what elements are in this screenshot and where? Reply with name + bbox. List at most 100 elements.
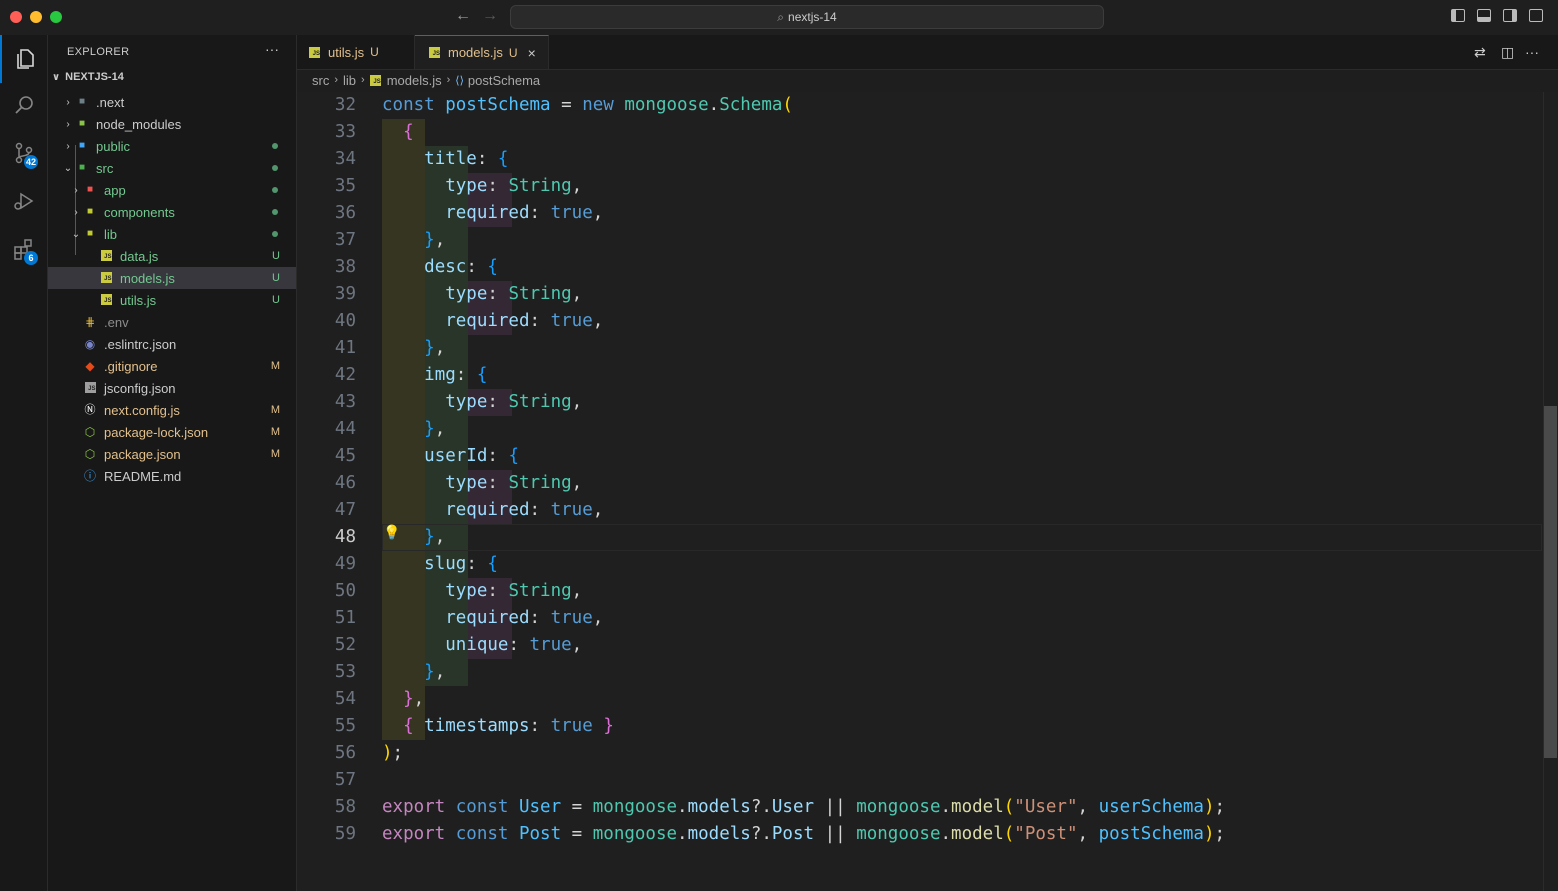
- tree-item-node-modules[interactable]: › ■ node_modules: [48, 113, 296, 135]
- line-source: },: [424, 338, 446, 358]
- code-line[interactable]: 46 type: String,: [297, 470, 1543, 497]
- explorer-activity[interactable]: [0, 35, 47, 83]
- customize-layout-icon[interactable]: [1529, 9, 1543, 22]
- tab-utils-js[interactable]: JS utils.js U: [297, 35, 415, 69]
- code-line[interactable]: 59 export const Post = mongoose.models?.P…: [297, 821, 1543, 848]
- line-source: },: [424, 230, 446, 250]
- minimize-window-button[interactable]: [30, 11, 42, 23]
- code-line[interactable]: 38 desc: {: [297, 254, 1543, 281]
- tree-item-models-js[interactable]: JS models.js U: [48, 267, 296, 289]
- code-line[interactable]: 32 const postSchema = new mongoose.Schema…: [297, 92, 1543, 119]
- workspace-root[interactable]: ∨ NEXTJS-14: [52, 71, 124, 83]
- tree-item-utils-js[interactable]: JS utils.js U: [48, 289, 296, 311]
- tree-item-components[interactable]: › ■ components: [48, 201, 296, 223]
- tree-item-next-config[interactable]: Ⓝ next.config.js M: [48, 399, 296, 421]
- editor-scrollbar-thumb[interactable]: [1544, 406, 1557, 758]
- line-source: { timestamps: true }: [403, 716, 614, 736]
- tree-item-env[interactable]: ⋕ .env: [48, 311, 296, 333]
- code-line[interactable]: 49 slug: {: [297, 551, 1543, 578]
- open-changes-icon[interactable]: ⇄: [1474, 44, 1486, 61]
- tree-item-next[interactable]: › ■ .next: [48, 91, 296, 113]
- line-number: 59: [334, 824, 356, 844]
- code-line[interactable]: 39 type: String,: [297, 281, 1543, 308]
- code-line[interactable]: 56);: [297, 740, 1543, 767]
- tree-item-package-json[interactable]: ⬡ package.json M: [48, 443, 296, 465]
- search-activity[interactable]: [0, 81, 47, 129]
- breadcrumb-lib[interactable]: lib: [343, 73, 356, 88]
- modified-status: M: [270, 448, 280, 460]
- tree-item-label: node_modules: [96, 116, 182, 132]
- tab-models-js[interactable]: JS models.js U ×: [415, 35, 549, 69]
- code-line[interactable]: 52 unique: true,: [297, 632, 1543, 659]
- code-line[interactable]: 47 required: true,: [297, 497, 1543, 524]
- code-line[interactable]: 50 type: String,: [297, 578, 1543, 605]
- modified-dot: [272, 231, 278, 237]
- forward-arrow-icon[interactable]: →: [482, 7, 498, 25]
- code-line[interactable]: 57: [297, 767, 1543, 794]
- code-line[interactable]: 55 { timestamps: true }: [297, 713, 1543, 740]
- code-line[interactable]: 34 title: {: [297, 146, 1543, 173]
- back-arrow-icon[interactable]: ←: [455, 7, 471, 25]
- tree-item-data-js[interactable]: JS data.js U: [48, 245, 296, 267]
- line-source: unique: true,: [445, 635, 583, 655]
- modified-status: M: [270, 404, 280, 416]
- code-line[interactable]: 35 type: String,: [297, 173, 1543, 200]
- lightbulb-icon[interactable]: 💡: [383, 524, 400, 541]
- breadcrumb-file[interactable]: models.js: [387, 73, 442, 88]
- toggle-panel-icon[interactable]: [1477, 9, 1491, 22]
- breadcrumb-src[interactable]: src: [312, 73, 329, 88]
- code-line[interactable]: 43 type: String,: [297, 389, 1543, 416]
- tree-item-jsconfig[interactable]: JS jsconfig.json: [48, 377, 296, 399]
- file-tree: › ■ .next › ■ node_modules › ■ public ⌄ …: [48, 91, 296, 487]
- code-line[interactable]: 45 userId: {: [297, 443, 1543, 470]
- line-number: 45: [334, 446, 356, 466]
- code-line[interactable]: 37 },: [297, 227, 1543, 254]
- toggle-primary-sidebar-icon[interactable]: [1451, 9, 1465, 22]
- code-line[interactable]: 36 required: true,: [297, 200, 1543, 227]
- code-line[interactable]: 51 required: true,: [297, 605, 1543, 632]
- run-debug-icon: [13, 192, 33, 210]
- line-number: 38: [334, 257, 356, 277]
- breadcrumb-symbol[interactable]: postSchema: [468, 73, 540, 88]
- close-tab-icon[interactable]: ×: [528, 45, 536, 61]
- code-line[interactable]: 53 },: [297, 659, 1543, 686]
- code-line[interactable]: 44 },: [297, 416, 1543, 443]
- chevron-right-icon: ›: [446, 74, 451, 86]
- tree-item-public[interactable]: › ■ public: [48, 135, 296, 157]
- tree-item-package-lock[interactable]: ⬡ package-lock.json M: [48, 421, 296, 443]
- code-line[interactable]: 58 export const User = mongoose.models?.U…: [297, 794, 1543, 821]
- split-editor-icon[interactable]: ◫: [1501, 44, 1514, 61]
- code-line[interactable]: 33 {: [297, 119, 1543, 146]
- tree-item-app[interactable]: › ■ app: [48, 179, 296, 201]
- line-number: 58: [334, 797, 356, 817]
- code-line[interactable]: 40 required: true,: [297, 308, 1543, 335]
- tree-item-eslintrc[interactable]: ◉ .eslintrc.json: [48, 333, 296, 355]
- line-number: 33: [334, 122, 356, 142]
- explorer-more-actions[interactable]: ···: [265, 41, 279, 57]
- close-window-button[interactable]: [10, 11, 22, 23]
- chevron-right-icon: ›: [66, 118, 70, 130]
- source-control-activity[interactable]: 42: [0, 129, 47, 177]
- toggle-secondary-sidebar-icon[interactable]: [1503, 9, 1517, 22]
- code-line[interactable]: 48 },: [297, 524, 1543, 551]
- code-line[interactable]: 42 img: {: [297, 362, 1543, 389]
- line-source: img: {: [424, 365, 488, 385]
- more-actions-icon[interactable]: ···: [1525, 44, 1539, 60]
- maximize-window-button[interactable]: [50, 11, 62, 23]
- tree-item-readme[interactable]: ⓘ README.md: [48, 465, 296, 487]
- extensions-activity[interactable]: 6: [0, 225, 47, 273]
- search-label: nextjs-14: [788, 10, 837, 24]
- command-center-search[interactable]: ⌕ nextjs-14: [510, 5, 1104, 29]
- line-source: type: String,: [445, 581, 583, 601]
- tree-item-src[interactable]: ⌄ ■ src: [48, 157, 296, 179]
- tree-item-label: .gitignore: [104, 358, 158, 374]
- code-editor[interactable]: 32 const postSchema = new mongoose.Schema…: [297, 92, 1543, 891]
- tree-item-lib[interactable]: ⌄ ■ lib: [48, 223, 296, 245]
- code-line[interactable]: 41 },: [297, 335, 1543, 362]
- tree-item-gitignore[interactable]: ◆ .gitignore M: [48, 355, 296, 377]
- js-file-icon: JS: [98, 271, 114, 285]
- run-debug-activity[interactable]: [0, 177, 47, 225]
- folder-app-icon: ■: [86, 184, 94, 195]
- code-line[interactable]: 54 },: [297, 686, 1543, 713]
- line-source: },: [403, 689, 425, 709]
